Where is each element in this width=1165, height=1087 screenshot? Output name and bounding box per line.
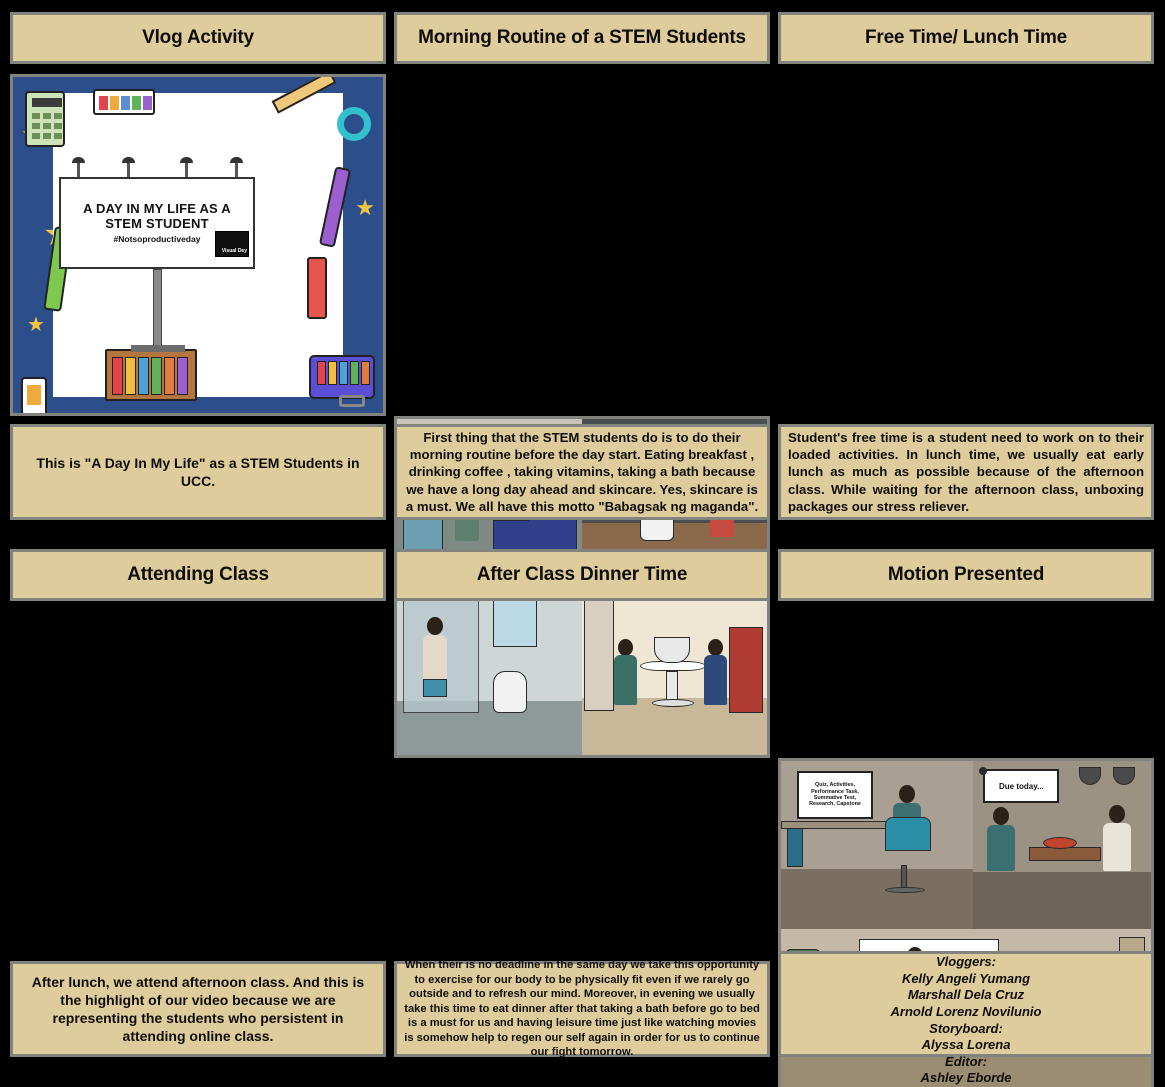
panel-title-attending-class: Attending Class — [10, 549, 386, 601]
person-icon — [1103, 823, 1132, 871]
panel-caption-free-time: Student's free time is a student need to… — [778, 424, 1154, 520]
panel-title-morning-routine: Morning Routine of a STEM Students — [394, 12, 770, 64]
credits-vlogger-name: Arnold Lorenz Novilunio — [890, 1003, 1042, 1019]
scene-quadrant-due-today: Due today... — [973, 761, 1151, 929]
toilet-icon — [493, 671, 527, 713]
billboard-title-line1: A DAY IN MY LIFE AS A — [83, 200, 231, 216]
billboard-lamp-icon — [185, 161, 188, 177]
billboard-lamp-icon — [180, 157, 193, 163]
red-crayon-icon — [307, 257, 327, 319]
scene-quadrant-shower — [397, 587, 582, 755]
credits-editor-name: Ashley Eborde — [920, 1070, 1012, 1086]
table-base-icon — [652, 699, 694, 707]
billboard-base — [131, 345, 185, 352]
credits-storyboard-label: Storyboard: — [929, 1020, 1003, 1036]
window-icon — [493, 597, 537, 647]
book-stack-icon — [105, 349, 197, 401]
clapperboard-label: Visual Dey — [221, 248, 247, 254]
panel-caption-attending-class: After lunch, we attend afternoon class. … — [10, 961, 386, 1057]
panel-caption-vlog-activity: This is "A Day In My Life" as a STEM Stu… — [10, 424, 386, 520]
panel-caption-after-class-dinner: When their is no deadline in the same da… — [394, 959, 770, 1058]
billboard-lamp-icon — [127, 161, 130, 177]
billboard-lamp-icon — [77, 161, 80, 177]
credits-vlogger-name: Kelly Angeli Yumang — [901, 970, 1031, 986]
billboard-lamp-icon — [122, 157, 135, 163]
due-today-board: Due today... — [983, 769, 1060, 803]
person-icon — [427, 617, 443, 635]
credits-vloggers-label: Vloggers: — [936, 954, 996, 969]
billboard-sign: A DAY IN MY LIFE AS A STEM STUDENT #Nots… — [59, 177, 255, 269]
credits-vlogger-name: Marshall Dela Cruz — [907, 987, 1025, 1003]
desk-icon — [781, 821, 901, 829]
refrigerator-icon — [729, 627, 763, 713]
person-icon — [987, 825, 1016, 871]
panel-title-after-class-dinner: After Class Dinner Time — [394, 549, 770, 601]
paper-clip-icon — [339, 395, 365, 407]
billboard-lamp-icon — [72, 157, 85, 163]
task-list-monitor-note: Quiz, Activities, Performance Task, Summ… — [797, 771, 873, 819]
office-chair-icon — [885, 817, 931, 851]
billboard-title-line2: STEM STUDENT — [105, 215, 209, 231]
panel-title-motion-presented: Motion Presented — [778, 549, 1154, 601]
pc-tower-icon — [787, 825, 803, 867]
panel-title-free-time: Free Time/ Lunch Time — [778, 12, 1154, 64]
panel-title-vlog-activity: Vlog Activity — [10, 12, 386, 64]
storyboard-canvas: Vlog Activity ★ ★ ★ ★ ★ ★ ★ ★ — [0, 0, 1165, 1087]
fruit-bowl-icon — [654, 637, 690, 663]
billboard-pole — [153, 269, 162, 347]
person-icon — [704, 655, 727, 705]
towel-icon — [423, 679, 447, 697]
person-icon — [618, 639, 633, 656]
scene-vlog-activity: ★ ★ ★ ★ ★ ★ ★ ★ — [10, 74, 386, 416]
chair-post-icon — [901, 865, 907, 889]
billboard-hashtag: #Notsoproductiveday — [113, 234, 201, 245]
tape-roll-icon — [337, 107, 371, 141]
star-icon: ★ — [355, 195, 375, 220]
credits-storyboard-name: Alyssa Lorena — [921, 1037, 1011, 1053]
glue-bottle-icon — [21, 377, 47, 413]
person-icon — [899, 785, 915, 803]
billboard-lamp-icon — [235, 161, 238, 177]
chair-base-icon — [885, 887, 925, 893]
person-icon — [708, 639, 723, 656]
star-icon: ★ — [27, 314, 45, 336]
pencil-case-icon — [309, 355, 375, 399]
person-icon — [614, 655, 637, 705]
paint-palette-icon — [93, 89, 155, 115]
panel-caption-morning-routine: First thing that the STEM students do is… — [394, 424, 770, 520]
scene-quadrant-kitchen — [582, 587, 767, 755]
billboard-lamp-icon — [230, 157, 243, 163]
dining-table-icon — [1029, 847, 1102, 861]
credits-box: Vloggers: Kelly Angeli Yumang Marshall D… — [778, 951, 1154, 1085]
credits-editor-label: Editor: — [945, 1053, 987, 1069]
scene-quadrant-study-desk: Quiz, Activities, Performance Task, Summ… — [781, 761, 974, 929]
staircase-icon — [584, 591, 614, 711]
calculator-icon — [25, 91, 65, 147]
table-stand-icon — [666, 671, 678, 701]
